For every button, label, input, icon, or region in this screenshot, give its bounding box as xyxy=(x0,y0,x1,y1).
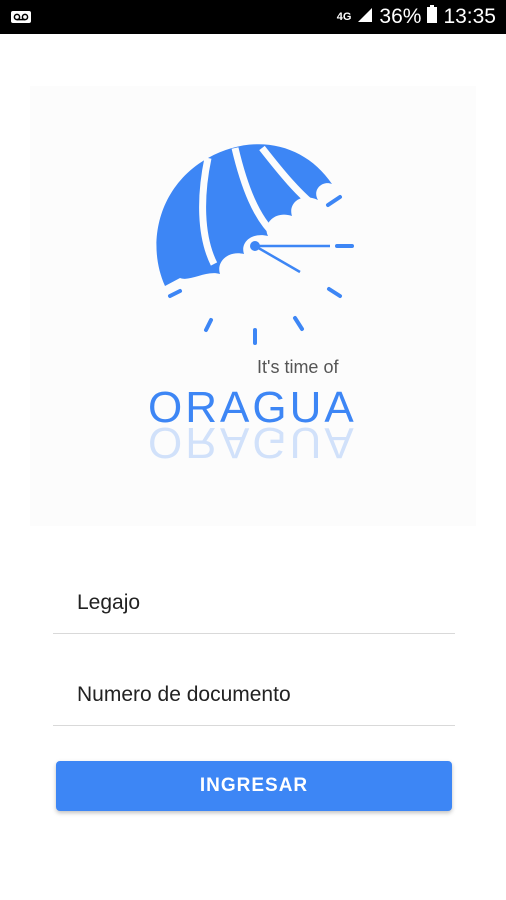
network-type: 4G xyxy=(336,11,352,23)
logo-tagline: It's time of xyxy=(257,357,339,377)
logo-brand-reflection: ORAGUA xyxy=(148,418,357,467)
status-bar: 4G 36% 13:35 xyxy=(0,0,506,34)
clock-hands-icon xyxy=(250,241,330,274)
signal-icon xyxy=(357,5,373,29)
umbrella-icon xyxy=(156,144,332,286)
battery-icon xyxy=(427,5,438,29)
legajo-field[interactable] xyxy=(53,572,455,634)
battery-percent: 36% xyxy=(379,5,422,28)
clock: 13:35 xyxy=(443,5,496,28)
ingresar-button[interactable]: INGRESAR xyxy=(56,761,452,811)
legajo-input[interactable] xyxy=(75,590,439,616)
documento-input[interactable] xyxy=(75,682,439,708)
documento-field[interactable] xyxy=(53,664,455,726)
voicemail-icon xyxy=(10,10,32,24)
